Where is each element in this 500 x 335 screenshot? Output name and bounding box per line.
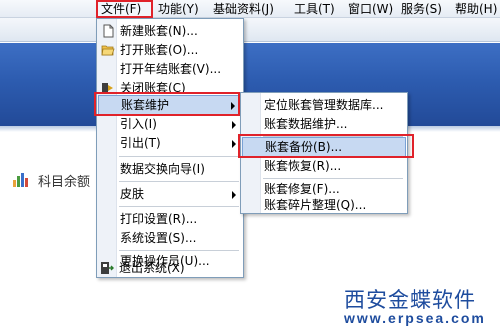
submenu-arrow-icon bbox=[231, 102, 235, 110]
submenu-arrow-icon bbox=[232, 191, 236, 199]
submenu-item-locate-db[interactable]: 定位账套管理数据库... bbox=[242, 96, 406, 115]
account-balance-item[interactable]: 科目余额 bbox=[12, 172, 91, 190]
menu-item-new-ledger[interactable]: 新建账套(N)... bbox=[98, 22, 242, 41]
brand-url: www.erpsea.com bbox=[344, 310, 486, 326]
menu-item-ledger-maintenance[interactable]: 账套维护 bbox=[98, 95, 242, 115]
menu-item-label: 数据交换向导(I) bbox=[120, 162, 205, 176]
menu-item-label: 皮肤 bbox=[120, 187, 145, 201]
menu-item-print-settings[interactable]: 打印设置(R)... bbox=[98, 210, 242, 229]
file-menu: 新建账套(N)... 打开账套(O)... 打开年结账套(V)... 关闭账套(… bbox=[96, 18, 244, 278]
account-balance-label: 科目余额 bbox=[38, 174, 91, 190]
menu-item-label: 关闭账套(C) bbox=[120, 81, 186, 95]
menu-item-label: 账套碎片整理(Q)... bbox=[264, 198, 367, 212]
menu-item-label: 新建账套(N)... bbox=[120, 24, 198, 38]
menu-item-label: 账套恢复(R)... bbox=[264, 159, 342, 173]
menu-item-data-exchange-wizard[interactable]: 数据交换向导(I) bbox=[98, 160, 242, 179]
menu-item-label: 账套修复(F)... bbox=[264, 182, 340, 196]
menu-item-open-ledger[interactable]: 打开账套(O)... bbox=[98, 41, 242, 60]
submenu-item-restore[interactable]: 账套恢复(R)... bbox=[242, 157, 406, 176]
menu-item-label: 打印设置(R)... bbox=[120, 212, 198, 226]
exit-icon bbox=[101, 262, 114, 274]
menu-item-skin[interactable]: 皮肤 bbox=[98, 185, 242, 204]
menu-item-open-year-end-ledger[interactable]: 打开年结账套(V)... bbox=[98, 60, 242, 79]
toolbar-strip bbox=[0, 18, 500, 42]
menu-separator bbox=[119, 206, 239, 207]
submenu-arrow-icon bbox=[232, 121, 236, 129]
menu-item-label: 系统设置(S)... bbox=[120, 231, 197, 245]
menu-item-system-settings[interactable]: 系统设置(S)... bbox=[98, 229, 242, 248]
submenu-item-data-maintenance[interactable]: 账套数据维护... bbox=[242, 115, 406, 134]
close-ledger-icon bbox=[102, 83, 113, 93]
open-folder-icon bbox=[101, 45, 115, 56]
menu-function[interactable]: 功能(Y) bbox=[158, 0, 199, 18]
menu-item-import[interactable]: 引入(I) bbox=[98, 115, 242, 134]
menu-help[interactable]: 帮助(H) bbox=[455, 0, 497, 18]
menu-base-data[interactable]: 基础资料(J) bbox=[213, 0, 274, 18]
menu-window[interactable]: 窗口(W) bbox=[348, 0, 393, 18]
menu-item-label: 引出(T) bbox=[120, 136, 161, 150]
submenu-arrow-icon bbox=[232, 140, 236, 148]
menu-item-export[interactable]: 引出(T) bbox=[98, 134, 242, 153]
menu-item-label: 定位账套管理数据库... bbox=[264, 98, 384, 112]
menu-item-exit[interactable]: 退出系统(X) bbox=[97, 259, 241, 278]
bar-chart-icon bbox=[12, 172, 30, 188]
submenu-item-defrag[interactable]: 账套碎片整理(Q)... bbox=[242, 197, 406, 213]
menu-item-label: 打开年结账套(V)... bbox=[120, 62, 222, 76]
menu-item-label: 账套维护 bbox=[121, 98, 170, 112]
ledger-maintenance-submenu: 定位账套管理数据库... 账套数据维护... 账套备份(B)... 账套恢复(R… bbox=[240, 92, 408, 214]
menu-separator bbox=[263, 178, 403, 179]
menu-bar: 文件(F) 功能(Y) 基础资料(J) 工具(T) 窗口(W) 服务(S) 帮助… bbox=[0, 0, 500, 18]
menu-item-label: 账套数据维护... bbox=[264, 117, 348, 131]
menu-item-label: 账套备份(B)... bbox=[265, 140, 343, 154]
new-file-icon bbox=[103, 24, 114, 38]
menu-file[interactable]: 文件(F) bbox=[96, 0, 153, 18]
menu-item-label: 引入(I) bbox=[120, 117, 157, 131]
menu-tools[interactable]: 工具(T) bbox=[294, 0, 335, 18]
menu-separator bbox=[119, 181, 239, 182]
menu-separator bbox=[119, 156, 239, 157]
menu-item-label: 打开账套(O)... bbox=[120, 43, 199, 57]
menu-item-label: 退出系统(X) bbox=[119, 261, 185, 275]
menu-service[interactable]: 服务(S) bbox=[401, 0, 442, 18]
menu-separator bbox=[119, 250, 239, 251]
submenu-item-backup[interactable]: 账套备份(B)... bbox=[242, 137, 406, 157]
